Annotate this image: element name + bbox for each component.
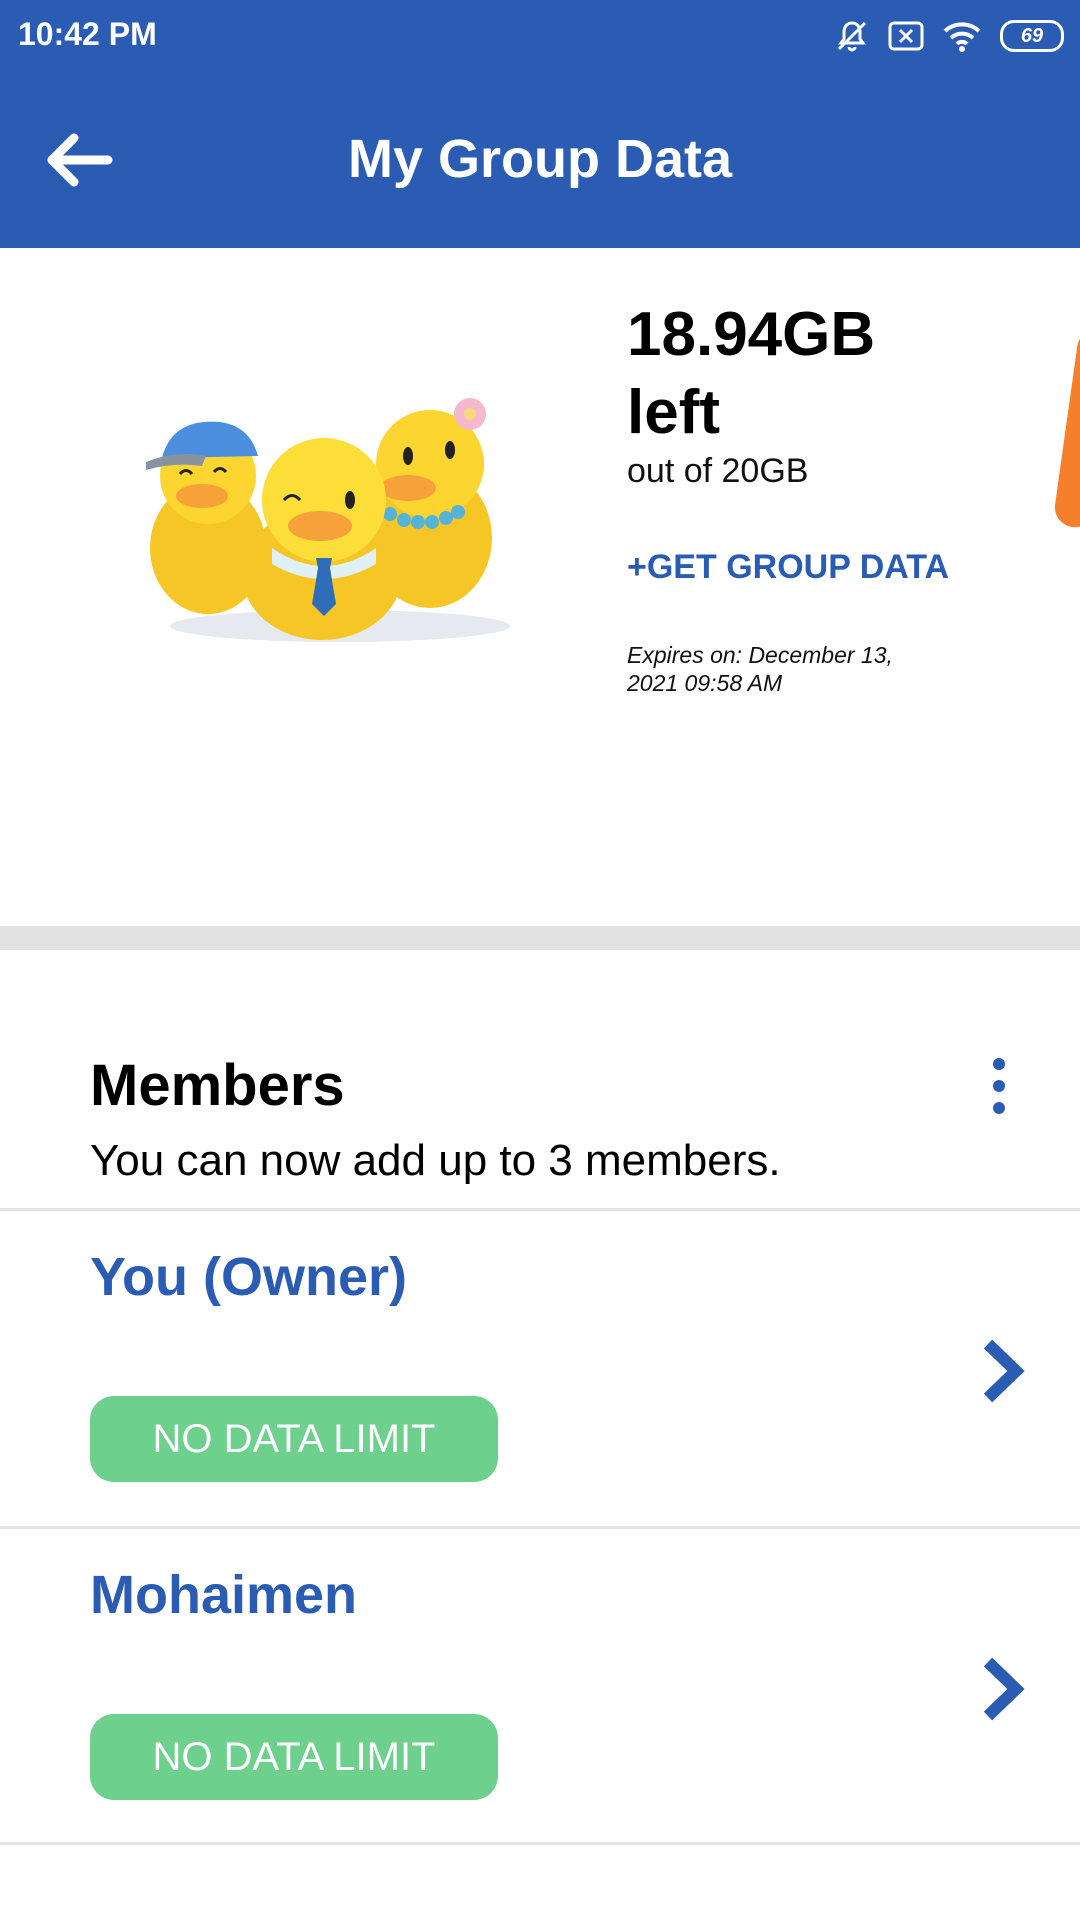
get-group-data-link[interactable]: +GET GROUP DATA bbox=[627, 548, 949, 587]
app-bar: 10:42 PM 69 My Group Data bbox=[0, 0, 1080, 248]
sim-error-icon bbox=[888, 21, 924, 51]
data-remaining: 18.94GB left bbox=[627, 296, 875, 451]
section-divider bbox=[0, 926, 1080, 950]
members-title: Members bbox=[90, 1053, 345, 1118]
ducks-illustration bbox=[146, 398, 510, 642]
next-card-peek[interactable] bbox=[1052, 326, 1080, 530]
chevron-right-icon bbox=[983, 1657, 1025, 1721]
member-row-owner[interactable]: You (Owner) NO DATA LIMIT bbox=[0, 1212, 1080, 1528]
data-summary-card: 18.94GB left out of 20GB +GET GROUP DATA… bbox=[0, 248, 1080, 926]
members-subtitle: You can now add up to 3 members. bbox=[90, 1136, 781, 1185]
expiry-line-1: Expires on: December 13, bbox=[627, 642, 893, 668]
member-row-mohaimen[interactable]: Mohaimen NO DATA LIMIT bbox=[0, 1530, 1080, 1846]
row-divider bbox=[0, 1526, 1080, 1529]
more-options-icon[interactable] bbox=[976, 1058, 1022, 1114]
status-icons: 69 bbox=[834, 16, 1064, 56]
battery-icon: 69 bbox=[1000, 20, 1064, 52]
data-remaining-suffix: left bbox=[627, 377, 720, 447]
row-divider bbox=[0, 1842, 1080, 1845]
page-title: My Group Data bbox=[347, 129, 733, 189]
member-name: Mohaimen bbox=[90, 1565, 358, 1625]
data-limit-badge: NO DATA LIMIT bbox=[90, 1396, 498, 1482]
expiry-date: Expires on: December 13, 2021 09:58 AM bbox=[627, 642, 957, 697]
wifi-icon bbox=[943, 22, 981, 52]
expiry-line-2: 2021 09:58 AM bbox=[627, 669, 783, 696]
data-limit-badge: NO DATA LIMIT bbox=[90, 1714, 498, 1800]
data-total: out of 20GB bbox=[627, 452, 809, 490]
member-name: You (Owner) bbox=[90, 1247, 407, 1307]
data-remaining-amount: 18.94GB bbox=[627, 300, 876, 369]
bell-muted-icon bbox=[837, 21, 867, 52]
chevron-right-icon bbox=[983, 1339, 1025, 1403]
status-time: 10:42 PM bbox=[18, 16, 157, 52]
row-divider bbox=[0, 1208, 1080, 1211]
